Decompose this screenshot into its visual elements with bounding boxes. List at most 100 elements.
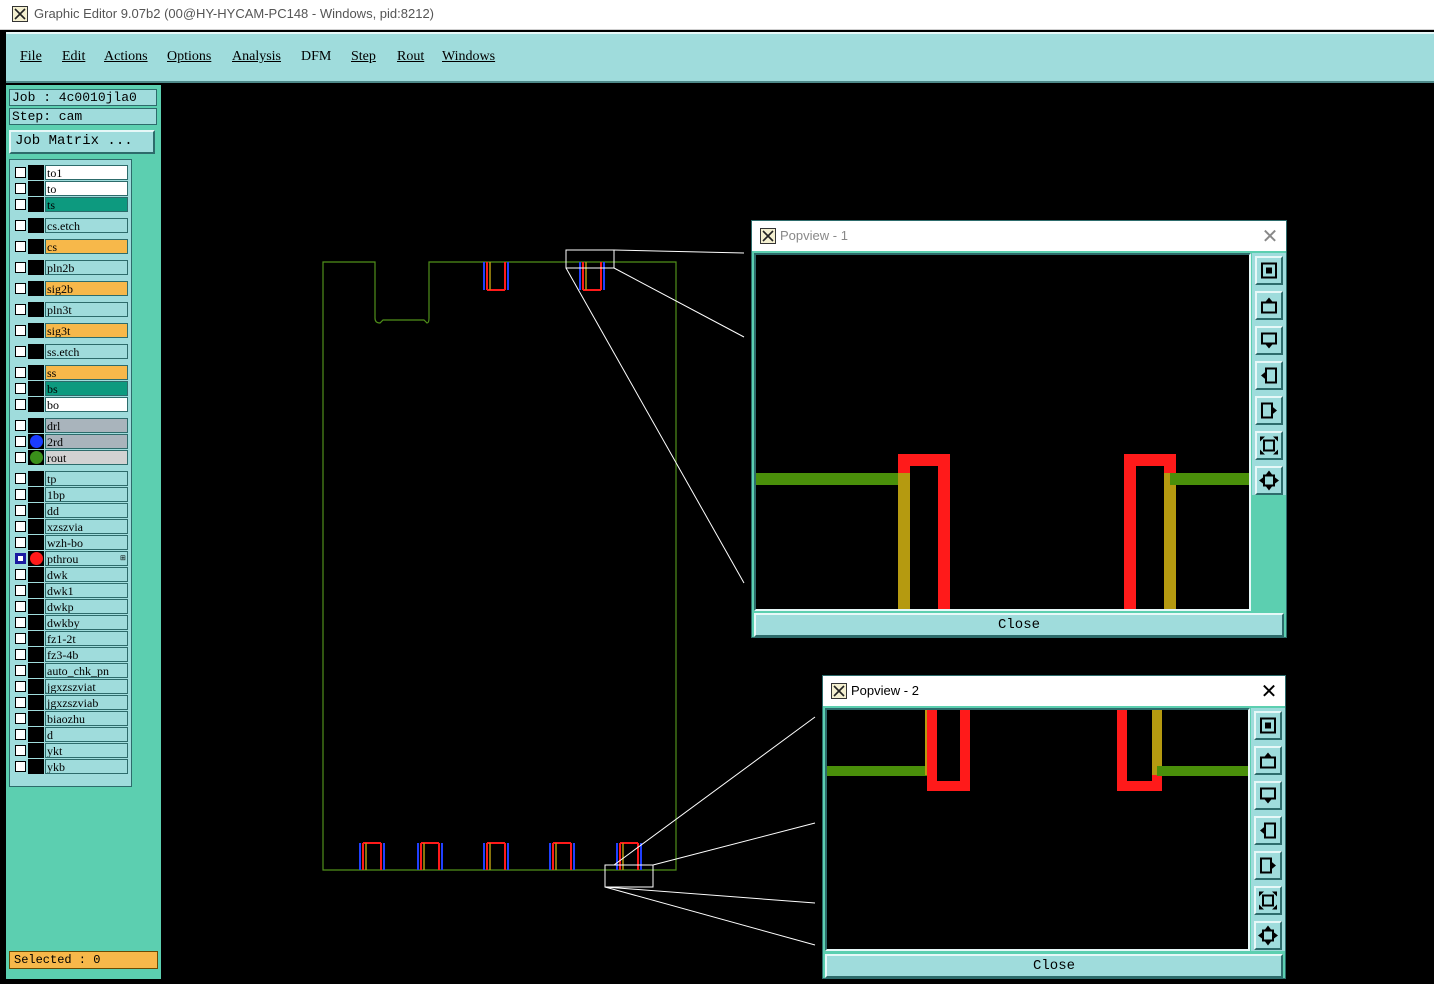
layer-row-ykt[interactable]: ykt (12, 743, 130, 758)
layer-checkbox[interactable] (15, 697, 26, 708)
layer-name[interactable]: ts (45, 197, 128, 212)
layer-name[interactable]: biaozhu (45, 711, 128, 726)
menu-options[interactable]: Options (167, 49, 211, 65)
layer-checkbox[interactable] (15, 420, 26, 431)
layer-checkbox[interactable] (15, 199, 26, 210)
layer-affected-cell[interactable] (28, 218, 44, 233)
layer-checkbox[interactable] (15, 183, 26, 194)
layer-name[interactable]: cs (45, 239, 128, 254)
layer-checkbox[interactable] (15, 167, 26, 178)
layer-row-2rd[interactable]: 2rd (12, 434, 130, 449)
layer-name[interactable]: dwkp (45, 599, 128, 614)
popview-close-button[interactable]: Close (825, 954, 1283, 978)
layer-row-dwkby[interactable]: dwkby (12, 615, 130, 630)
layer-affected-cell[interactable] (28, 583, 44, 598)
layer-name[interactable]: fz1-2t (45, 631, 128, 646)
layer-name[interactable]: sig3t (45, 323, 128, 338)
zoom-in-button[interactable] (1255, 466, 1283, 495)
layer-row-pthrou[interactable]: pthrou ⊞ (12, 551, 130, 566)
layer-row-tp[interactable]: tp (12, 471, 130, 486)
layer-checkbox[interactable] (15, 553, 26, 564)
layer-row-bo[interactable]: bo (12, 397, 130, 412)
pan-up-button[interactable] (1254, 746, 1282, 775)
layer-row-pln2b[interactable]: pln2b (12, 260, 130, 275)
layer-checkbox[interactable] (15, 633, 26, 644)
layer-name[interactable]: xzszvia (45, 519, 128, 534)
layer-row-cs[interactable]: cs (12, 239, 130, 254)
layer-checkbox[interactable] (15, 617, 26, 628)
job-matrix-button[interactable]: Job Matrix ... (9, 130, 155, 154)
layer-row-pln3t[interactable]: pln3t (12, 302, 130, 317)
pan-down-button[interactable] (1255, 326, 1283, 355)
layer-affected-cell[interactable] (28, 663, 44, 678)
layer-affected-cell[interactable] (28, 381, 44, 396)
layer-affected-cell[interactable] (28, 743, 44, 758)
close-icon[interactable]: ✕ (1257, 679, 1281, 703)
layer-checkbox[interactable] (15, 681, 26, 692)
layer-name[interactable]: dwk1 (45, 583, 128, 598)
layer-affected-cell[interactable] (28, 302, 44, 317)
layer-name[interactable]: wzh-bo (45, 535, 128, 550)
layer-name[interactable]: pln2b (45, 260, 128, 275)
layer-row-dwk[interactable]: dwk (12, 567, 130, 582)
layer-name[interactable]: jgxzszviat (45, 679, 128, 694)
layer-affected-cell[interactable] (28, 165, 44, 180)
layer-name[interactable]: pln3t (45, 302, 128, 317)
layer-checkbox[interactable] (15, 713, 26, 724)
layer-affected-cell[interactable] (28, 679, 44, 694)
menu-step[interactable]: Step (351, 49, 376, 65)
layer-name[interactable]: drl (45, 418, 128, 433)
layer-row-cs-etch[interactable]: cs.etch (12, 218, 130, 233)
layer-name[interactable]: dwkby (45, 615, 128, 630)
menu-file[interactable]: File (20, 49, 42, 65)
layer-checkbox[interactable] (15, 220, 26, 231)
layer-affected-cell[interactable] (28, 397, 44, 412)
layer-checkbox[interactable] (15, 262, 26, 273)
layer-checkbox[interactable] (15, 745, 26, 756)
layer-checkbox[interactable] (15, 304, 26, 315)
layer-row-drl[interactable]: drl (12, 418, 130, 433)
layer-checkbox[interactable] (15, 452, 26, 463)
layer-name[interactable]: to (45, 181, 128, 196)
layer-row-rout[interactable]: rout (12, 450, 130, 465)
layer-row-1bp[interactable]: 1bp (12, 487, 130, 502)
zoom-fit-button[interactable] (1254, 711, 1282, 740)
menu-edit[interactable]: Edit (62, 49, 85, 65)
layer-row-jgxzszviab[interactable]: jgxzszviab (12, 695, 130, 710)
layer-affected-cell[interactable] (28, 344, 44, 359)
layer-name[interactable]: bs (45, 381, 128, 396)
layer-checkbox[interactable] (15, 649, 26, 660)
layer-row-wzh-bo[interactable]: wzh-bo (12, 535, 130, 550)
layer-name[interactable]: ykb (45, 759, 128, 774)
layer-checkbox[interactable] (15, 585, 26, 596)
layer-row-ss-etch[interactable]: ss.etch (12, 344, 130, 359)
layer-checkbox[interactable] (15, 367, 26, 378)
menu-actions[interactable]: Actions (104, 49, 148, 65)
layer-checkbox[interactable] (15, 325, 26, 336)
layer-name[interactable]: 1bp (45, 487, 128, 502)
menu-dfm[interactable]: DFM (301, 49, 331, 65)
layer-name[interactable]: cs.etch (45, 218, 128, 233)
layer-affected-cell[interactable] (28, 503, 44, 518)
layer-name[interactable]: dwk (45, 567, 128, 582)
layer-row-ss[interactable]: ss (12, 365, 130, 380)
layer-name[interactable]: fz3-4b (45, 647, 128, 662)
layer-row-jgxzszviat[interactable]: jgxzszviat (12, 679, 130, 694)
layer-affected-cell[interactable] (28, 567, 44, 582)
layer-checkbox[interactable] (15, 729, 26, 740)
layer-affected-cell[interactable] (28, 365, 44, 380)
menu-analysis[interactable]: Analysis (232, 49, 281, 65)
layer-affected-cell[interactable] (28, 197, 44, 212)
layer-checkbox[interactable] (15, 436, 26, 447)
layer-row-dd[interactable]: dd (12, 503, 130, 518)
layer-name[interactable]: to1 (45, 165, 128, 180)
layer-name[interactable]: rout (45, 450, 128, 465)
layer-affected-cell[interactable] (28, 599, 44, 614)
layer-affected-cell[interactable] (28, 519, 44, 534)
layer-name[interactable]: ss.etch (45, 344, 128, 359)
layer-affected-cell[interactable] (28, 711, 44, 726)
layer-affected-cell[interactable] (28, 260, 44, 275)
popview-view-1[interactable] (754, 253, 1251, 611)
pan-left-button[interactable] (1255, 361, 1283, 390)
layer-affected-cell[interactable] (28, 418, 44, 433)
